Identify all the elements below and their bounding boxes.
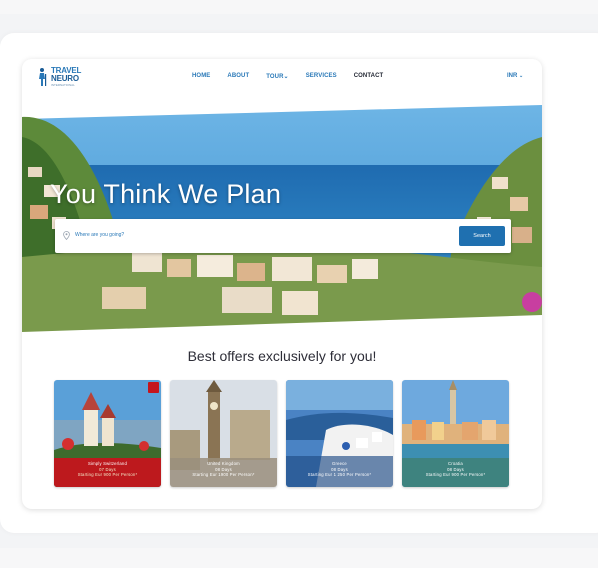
offer-card-united-kingdom[interactable]: United Kingdom 08 Days Starting Eur 1900… — [170, 380, 277, 487]
hero-section: You Think We Plan Where are you going? S… — [22, 97, 542, 339]
nav-services[interactable]: SERVICES — [306, 73, 337, 80]
nav-home[interactable]: HOME — [192, 73, 210, 80]
currency-label: INR — [507, 73, 518, 79]
nav-about[interactable]: ABOUT — [227, 73, 249, 80]
nav-contact[interactable]: CONTACT — [354, 73, 384, 80]
offers-cards: Simply Switzerland 07 Days Starting Eur … — [54, 380, 509, 487]
offer-card-croatia[interactable]: Croatia 08 Days Starting Eur 900 Per Per… — [402, 380, 509, 487]
chevron-down-icon: ⌄ — [283, 74, 289, 80]
traveler-icon — [39, 68, 47, 86]
chevron-down-icon: ⌄ — [519, 73, 524, 79]
page-top-strip — [0, 0, 598, 14]
offer-card-switzerland[interactable]: Simply Switzerland 07 Days Starting Eur … — [54, 380, 161, 487]
destination-input[interactable]: Where are you going? — [75, 232, 124, 238]
website-preview: TRAVEL NEURO INTERNATIONAL HOME ABOUT TO… — [22, 59, 542, 509]
navbar: TRAVEL NEURO INTERNATIONAL HOME ABOUT TO… — [22, 59, 542, 97]
search-bar: Where are you going? Search — [55, 219, 511, 253]
logo[interactable]: TRAVEL NEURO INTERNATIONAL — [36, 67, 81, 87]
hero-title: You Think We Plan — [50, 179, 282, 209]
logo-tagline: INTERNATIONAL — [51, 83, 75, 87]
location-pin-icon — [63, 231, 70, 240]
offer-price: Starting Eur 900 Per Person* — [425, 471, 486, 477]
nav-tour-label: TOUR — [266, 74, 284, 80]
search-button[interactable]: Search — [459, 226, 505, 246]
main-menu: HOME ABOUT TOUR⌄ SERVICES CONTACT — [192, 73, 400, 80]
currency-selector[interactable]: INR ⌄ — [507, 73, 523, 79]
hero-coastline-image — [22, 97, 542, 339]
logo-text-neuro: NEURO — [51, 74, 79, 83]
page-bottom-strip — [0, 548, 598, 568]
brand-badge-icon — [148, 382, 159, 393]
nav-tour[interactable]: TOUR⌄ — [266, 73, 288, 80]
offer-price: Starting Eur 1900 Per Person* — [192, 471, 255, 477]
offers-heading: Best offers exclusively for you! — [187, 348, 377, 364]
offer-card-greece[interactable]: Greece 08 Days Starting Eur 1 250 Per Pe… — [286, 380, 393, 487]
offer-price: Starting Eur 900 Per Person* — [77, 471, 138, 477]
offer-price: Starting Eur 1 250 Per Person* — [307, 471, 372, 477]
